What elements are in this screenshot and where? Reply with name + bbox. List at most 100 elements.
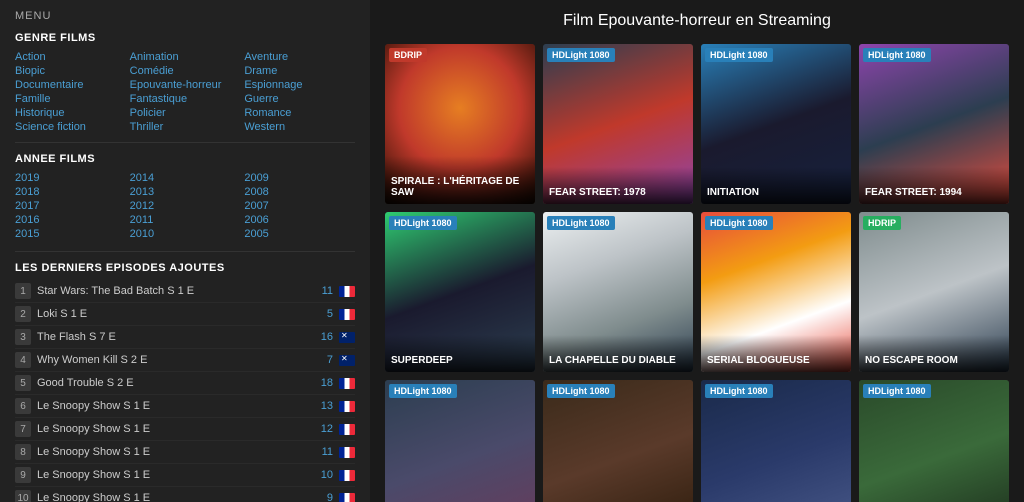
- movies-grid: BDRIPSPIRALE : L'HÉRITAGE DE SAWHDLight …: [385, 44, 1009, 502]
- genre-historique[interactable]: Historique: [15, 106, 126, 120]
- year-2012[interactable]: 2012: [130, 199, 241, 213]
- table-row[interactable]: HDLight 1080LA CHAPELLE DU DIABLE: [543, 212, 693, 372]
- table-row[interactable]: HDRIPNO ESCAPE ROOM: [859, 212, 1009, 372]
- list-item[interactable]: 1Star Wars: The Bad Batch S 1 E 11: [15, 280, 355, 303]
- table-row[interactable]: HDLight 1080: [701, 380, 851, 502]
- genre-science-fiction[interactable]: Science fiction: [15, 120, 126, 134]
- year-2010[interactable]: 2010: [130, 227, 241, 241]
- episode-number-link[interactable]: 13: [321, 400, 333, 412]
- episode-title[interactable]: Le Snoopy Show S 1 E: [37, 400, 315, 412]
- genre-grid: Action Biopic Documentaire Famille Histo…: [15, 50, 355, 134]
- year-2016[interactable]: 2016: [15, 213, 126, 227]
- episode-title[interactable]: Le Snoopy Show S 1 E: [37, 446, 316, 458]
- year-2006[interactable]: 2006: [244, 213, 355, 227]
- episode-number-link[interactable]: 10: [321, 469, 333, 481]
- table-row[interactable]: HDLight 1080FEAR STREET: 1978: [543, 44, 693, 204]
- genre-romance[interactable]: Romance: [244, 106, 355, 120]
- episode-number-link[interactable]: 11: [322, 446, 333, 458]
- movie-title: SERIAL BLOGUEUSE: [701, 335, 851, 372]
- movie-title: LA CHAPELLE DU DIABLE: [543, 335, 693, 372]
- genre-documentaire[interactable]: Documentaire: [15, 78, 126, 92]
- movie-poster: HDLight 1080SERIAL BLOGUEUSE: [701, 212, 851, 372]
- genre-epouvante[interactable]: Epouvante-horreur: [130, 78, 241, 92]
- episode-number-link[interactable]: 11: [322, 285, 333, 297]
- movie-title: FEAR STREET: 1994: [859, 167, 1009, 204]
- year-col-1: 2019 2018 2017 2016 2015: [15, 171, 126, 241]
- episode-title[interactable]: Good Trouble S 2 E: [37, 377, 315, 389]
- table-row[interactable]: HDLight 1080: [859, 380, 1009, 502]
- episode-number: 10: [15, 490, 31, 502]
- movie-poster: HDLight 1080SUPERDEEP: [385, 212, 535, 372]
- genre-guerre[interactable]: Guerre: [244, 92, 355, 106]
- episode-flag-icon: [339, 447, 355, 458]
- genre-animation[interactable]: Animation: [130, 50, 241, 64]
- episode-title[interactable]: Le Snoopy Show S 1 E: [37, 469, 315, 481]
- divider-1: [15, 142, 355, 143]
- table-row[interactable]: HDLight 1080INITIATION: [701, 44, 851, 204]
- list-item[interactable]: 2 Loki S 1 E 5: [15, 303, 355, 326]
- movie-poster: HDLight 1080: [543, 380, 693, 502]
- episode-number-link[interactable]: 7: [327, 354, 333, 366]
- genre-drame[interactable]: Drame: [244, 64, 355, 78]
- list-item[interactable]: 3The Flash S 7 E 16: [15, 326, 355, 349]
- genre-action[interactable]: Action: [15, 50, 126, 64]
- episode-title[interactable]: Le Snoopy Show S 1 E: [37, 492, 321, 502]
- movie-badge: HDLight 1080: [705, 48, 773, 62]
- year-2013[interactable]: 2013: [130, 185, 241, 199]
- list-item[interactable]: 8Le Snoopy Show S 1 E 11: [15, 441, 355, 464]
- genre-fantastique[interactable]: Fantastique: [130, 92, 241, 106]
- list-item[interactable]: 5Good Trouble S 2 E 18: [15, 372, 355, 395]
- year-2011[interactable]: 2011: [130, 213, 241, 227]
- table-row[interactable]: HDLight 1080: [385, 380, 535, 502]
- episode-number-link[interactable]: 9: [327, 492, 333, 502]
- genre-western[interactable]: Western: [244, 120, 355, 134]
- episode-title[interactable]: Loki S 1 E: [37, 308, 321, 320]
- episode-number-link[interactable]: 5: [327, 308, 333, 320]
- genre-espionnage[interactable]: Espionnage: [244, 78, 355, 92]
- episode-number-link[interactable]: 12: [321, 423, 333, 435]
- episode-number: 2: [15, 306, 31, 322]
- table-row[interactable]: BDRIPSPIRALE : L'HÉRITAGE DE SAW: [385, 44, 535, 204]
- episode-title[interactable]: Why Women Kill S 2 E: [37, 354, 321, 366]
- list-item[interactable]: 6Le Snoopy Show S 1 E 13: [15, 395, 355, 418]
- table-row[interactable]: HDLight 1080SUPERDEEP: [385, 212, 535, 372]
- year-2007[interactable]: 2007: [244, 199, 355, 213]
- movie-poster: HDLight 1080: [859, 380, 1009, 502]
- episode-number-link[interactable]: 18: [321, 377, 333, 389]
- genre-comedie[interactable]: Comédie: [130, 64, 241, 78]
- genre-policier[interactable]: Policier: [130, 106, 241, 120]
- episode-title[interactable]: The Flash S 7 E: [37, 331, 315, 343]
- episode-number-link[interactable]: 16: [321, 331, 333, 343]
- list-item[interactable]: 9 Le Snoopy Show S 1 E 10: [15, 464, 355, 487]
- list-item[interactable]: 10 Le Snoopy Show S 1 E 9: [15, 487, 355, 502]
- genre-section-title: GENRE FILMS: [15, 32, 355, 44]
- genre-thriller[interactable]: Thriller: [130, 120, 241, 134]
- genre-aventure[interactable]: Aventure: [244, 50, 355, 64]
- movie-badge: HDLight 1080: [389, 216, 457, 230]
- year-2019[interactable]: 2019: [15, 171, 126, 185]
- movie-badge: HDLight 1080: [705, 384, 773, 398]
- year-2005[interactable]: 2005: [244, 227, 355, 241]
- table-row[interactable]: HDLight 1080: [543, 380, 693, 502]
- movie-poster: HDLight 1080LA CHAPELLE DU DIABLE: [543, 212, 693, 372]
- episode-title[interactable]: Star Wars: The Bad Batch S 1 E: [37, 285, 316, 297]
- genre-biopic[interactable]: Biopic: [15, 64, 126, 78]
- year-grid: 2019 2018 2017 2016 2015 2014 2013 2012 …: [15, 171, 355, 241]
- episode-title[interactable]: Le Snoopy Show S 1 E: [37, 423, 315, 435]
- list-item[interactable]: 4Why Women Kill S 2 E 7: [15, 349, 355, 372]
- episode-number: 9: [15, 467, 31, 483]
- movie-badge: HDLight 1080: [863, 48, 931, 62]
- year-section-title: ANNEE FILMS: [15, 153, 355, 165]
- movie-poster: HDLight 1080FEAR STREET: 1978: [543, 44, 693, 204]
- year-2015[interactable]: 2015: [15, 227, 126, 241]
- genre-famille[interactable]: Famille: [15, 92, 126, 106]
- year-2017[interactable]: 2017: [15, 199, 126, 213]
- table-row[interactable]: HDLight 1080SERIAL BLOGUEUSE: [701, 212, 851, 372]
- year-2018[interactable]: 2018: [15, 185, 126, 199]
- year-2014[interactable]: 2014: [130, 171, 241, 185]
- year-2008[interactable]: 2008: [244, 185, 355, 199]
- table-row[interactable]: HDLight 1080 FEAR STREET: 1994: [859, 44, 1009, 204]
- list-item[interactable]: 7Le Snoopy Show S 1 E 12: [15, 418, 355, 441]
- year-2009[interactable]: 2009: [244, 171, 355, 185]
- movie-badge: HDLight 1080: [389, 384, 457, 398]
